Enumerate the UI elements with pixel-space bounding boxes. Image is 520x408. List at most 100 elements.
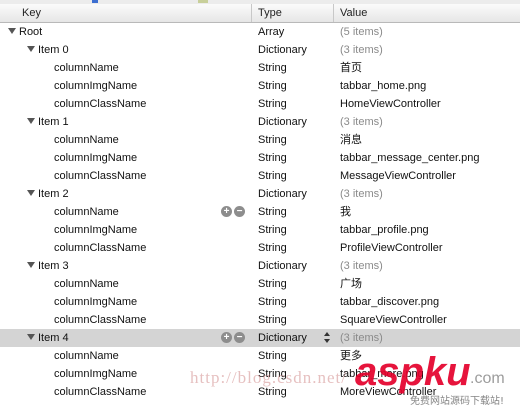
row-key-label: Root (19, 26, 43, 38)
row-key-label: Item 2 (38, 188, 69, 200)
header-value[interactable]: Value (334, 4, 520, 22)
row-key-label: columnClassName (54, 386, 147, 398)
row-type[interactable]: String (258, 239, 332, 257)
row-type[interactable]: String (258, 149, 332, 167)
outline-row[interactable]: columnImgName String tabbar_discover.png (0, 293, 520, 311)
row-type[interactable]: Dictionary (258, 41, 332, 59)
row-type[interactable]: String (258, 131, 332, 149)
plus-circle-icon[interactable]: + (221, 332, 232, 343)
outline-row-group[interactable]: Root Array (5 items) (0, 23, 520, 41)
outline-row-group[interactable]: Item 3 Dictionary (3 items) (0, 257, 520, 275)
row-key-label: columnClassName (54, 170, 147, 182)
outline-row-group[interactable]: Item 2 Dictionary (3 items) (0, 185, 520, 203)
row-type[interactable]: String (258, 311, 332, 329)
disclosure-triangle-icon[interactable] (27, 190, 35, 197)
plist-outline: Root Array (5 items) Item 0 Dictionary (3 ite… (0, 23, 520, 401)
disclosure-triangle-icon[interactable] (27, 118, 35, 125)
disclosure-triangle-icon[interactable] (8, 28, 16, 35)
header-type[interactable]: Type (252, 4, 334, 22)
outline-row[interactable]: columnClassName String ProfileViewControll… (0, 239, 520, 257)
watermark-tagline: 免费网站源码下载站! (410, 396, 505, 407)
row-key[interactable]: Item 1 (0, 113, 277, 131)
outline-row-group[interactable]: Item 1 Dictionary (3 items) (0, 113, 520, 131)
minus-circle-icon[interactable]: − (234, 332, 245, 343)
row-type[interactable]: String (258, 95, 332, 113)
watermark-brand-suffix: .com (470, 370, 505, 387)
row-type[interactable]: String (258, 221, 332, 239)
outline-row[interactable]: columnImgName String tabbar_message_center… (0, 149, 520, 167)
header-key[interactable]: Key (16, 4, 252, 22)
row-type[interactable]: String (258, 347, 332, 365)
row-key[interactable]: Root (0, 23, 258, 41)
toolbar-fragment (92, 0, 98, 3)
watermark-brand-text: aspku (355, 350, 471, 394)
row-key-label: columnImgName (54, 80, 138, 92)
row-type[interactable]: String (258, 203, 332, 221)
row-value[interactable]: tabbar_discover.png (340, 293, 520, 311)
row-value: (3 items) (340, 332, 383, 344)
row-value[interactable]: SquareViewController (340, 311, 520, 329)
row-key-label: Item 1 (38, 116, 69, 128)
outline-row-group[interactable]: Item 4 + − Dictionary (3 items) (0, 329, 520, 347)
row-key-label: columnImgName (54, 152, 138, 164)
outline-row[interactable]: columnName + − String 我 (0, 203, 520, 221)
row-value[interactable]: 我 (340, 203, 520, 221)
outline-row[interactable]: columnClassName String MessageViewControll… (0, 167, 520, 185)
row-value[interactable]: 首页 (340, 59, 520, 77)
row-key-label: columnImgName (54, 224, 138, 236)
row-value[interactable]: tabbar_profile.png (340, 221, 520, 239)
row-key-label: columnName (54, 62, 119, 74)
up-down-stepper-icon[interactable] (324, 331, 330, 345)
row-type[interactable]: String (258, 167, 332, 185)
row-value: (3 items) (340, 116, 383, 128)
disclosure-triangle-icon[interactable] (27, 334, 35, 341)
outline-row[interactable]: columnImgName String tabbar_home.png (0, 77, 520, 95)
row-key-label: Item 3 (38, 260, 69, 272)
row-key-label: columnClassName (54, 314, 147, 326)
column-header: Key Type Value (0, 4, 520, 23)
outline-row[interactable]: columnClassName String SquareViewControlle… (0, 311, 520, 329)
row-key-label: columnImgName (54, 296, 138, 308)
row-type[interactable]: Dictionary (258, 257, 332, 275)
minus-circle-icon[interactable]: − (234, 206, 245, 217)
outline-row[interactable]: columnName String 广场 (0, 275, 520, 293)
outline-row[interactable]: columnClassName String HomeViewController (0, 95, 520, 113)
outline-row[interactable]: columnImgName String tabbar_profile.png (0, 221, 520, 239)
row-type[interactable]: Dictionary (258, 113, 332, 131)
row-value[interactable]: tabbar_message_center.png (340, 149, 520, 167)
row-value: (3 items) (340, 44, 383, 56)
row-value[interactable]: tabbar_home.png (340, 77, 520, 95)
row-key-label: columnName (54, 134, 119, 146)
row-key-label: columnClassName (54, 98, 147, 110)
row-key[interactable]: Item 0 (0, 41, 277, 59)
row-type[interactable]: String (258, 59, 332, 77)
row-key[interactable]: Item 3 (0, 257, 277, 275)
row-value[interactable]: ProfileViewController (340, 239, 520, 257)
row-type[interactable]: Array (258, 23, 332, 41)
row-key-label: columnClassName (54, 242, 147, 254)
watermark-url: http://blog.csdn.net/ (190, 368, 347, 387)
plus-circle-icon[interactable]: + (221, 206, 232, 217)
row-type[interactable]: String (258, 77, 332, 95)
row-type[interactable]: Dictionary (258, 185, 332, 203)
row-value: (3 items) (340, 188, 383, 200)
row-value: (5 items) (340, 26, 383, 38)
row-key-label: columnName (54, 278, 119, 290)
row-key-label: columnImgName (54, 368, 138, 380)
row-type[interactable]: String (258, 275, 332, 293)
row-value[interactable]: HomeViewController (340, 95, 520, 113)
row-key[interactable]: Item 2 (0, 185, 277, 203)
row-key-label: Item 0 (38, 44, 69, 56)
row-value[interactable]: 消息 (340, 131, 520, 149)
row-value[interactable]: 广场 (340, 275, 520, 293)
row-type[interactable]: Dictionary (258, 329, 332, 347)
row-value[interactable]: MessageViewController (340, 167, 520, 185)
outline-row[interactable]: columnName String 消息 (0, 131, 520, 149)
disclosure-triangle-icon[interactable] (27, 262, 35, 269)
row-type[interactable]: String (258, 293, 332, 311)
outline-row[interactable]: columnName String 首页 (0, 59, 520, 77)
row-key-label: Item 4 (38, 332, 69, 344)
row-key-label: columnName (54, 350, 119, 362)
disclosure-triangle-icon[interactable] (27, 46, 35, 53)
outline-row-group[interactable]: Item 0 Dictionary (3 items) (0, 41, 520, 59)
